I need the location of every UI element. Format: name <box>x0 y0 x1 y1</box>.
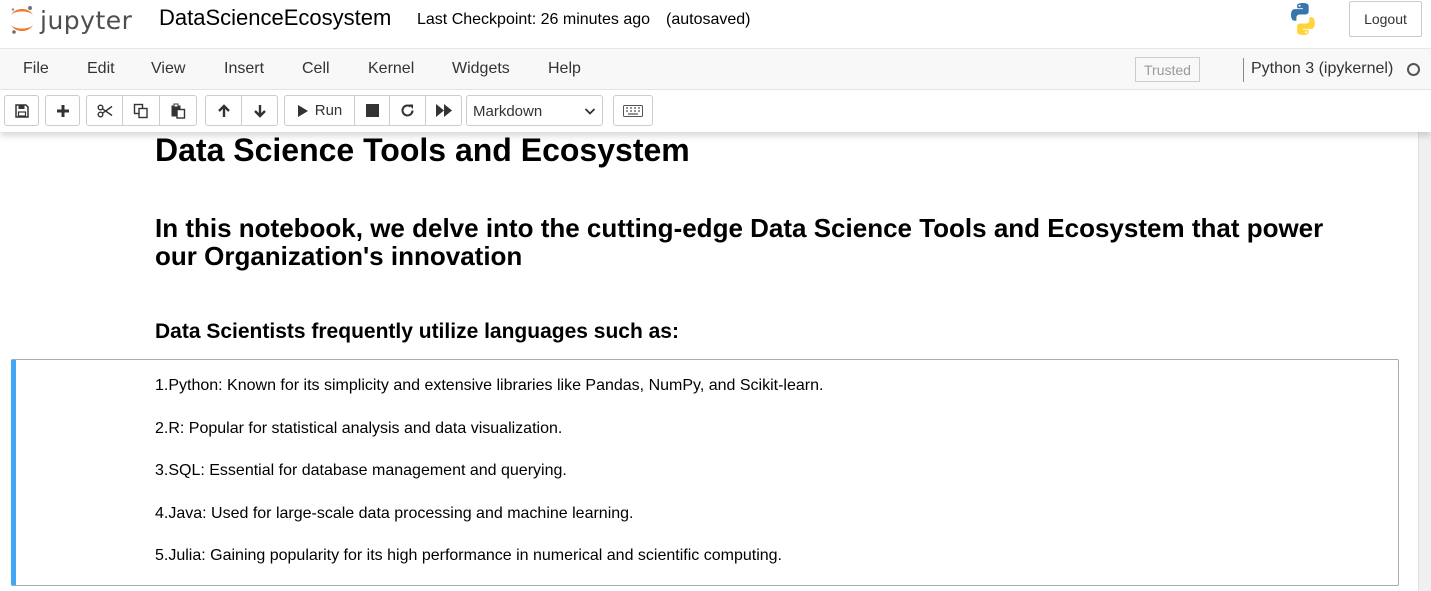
run-label: Run <box>314 102 343 119</box>
vertical-scrollbar[interactable] <box>1418 132 1431 591</box>
logout-button[interactable]: Logout <box>1349 1 1422 37</box>
menu-file[interactable]: File <box>23 60 49 78</box>
paste-icon <box>171 103 186 119</box>
list-item: 1.Python: Known for its simplicity and e… <box>155 377 824 394</box>
menu-help[interactable]: Help <box>548 60 581 78</box>
insert-cell-button[interactable] <box>45 95 80 126</box>
interrupt-button[interactable] <box>354 95 390 126</box>
restart-run-all-button[interactable] <box>425 95 462 126</box>
list-item: 4.Java: Used for large-scale data proces… <box>155 505 634 522</box>
keyboard-icon <box>623 104 643 117</box>
kernel-divider <box>1243 58 1244 82</box>
menu-cell[interactable]: Cell <box>302 60 330 78</box>
list-item: 3.SQL: Essential for database management… <box>155 462 567 479</box>
notebook-name[interactable]: DataScienceEcosystem <box>159 5 391 31</box>
kernel-idle-icon <box>1407 63 1420 76</box>
scissors-icon <box>97 104 112 117</box>
menu-edit[interactable]: Edit <box>87 60 115 78</box>
restart-button[interactable] <box>389 95 426 126</box>
fast-forward-icon <box>435 104 452 117</box>
cell-type-select[interactable]: Markdown <box>466 95 603 126</box>
jupyter-logo[interactable]: jupyter <box>8 4 132 36</box>
notebook-title-heading: Data Science Tools and Ecosystem <box>155 132 690 168</box>
selected-markdown-cell[interactable]: 1.Python: Known for its simplicity and e… <box>11 359 1399 586</box>
languages-heading: Data Scientists frequently utilize langu… <box>155 320 679 343</box>
paste-button[interactable] <box>159 95 197 126</box>
toolbar: Run Markdown <box>0 90 1431 132</box>
kernel-name[interactable]: Python 3 (ipykernel) <box>1251 60 1393 78</box>
command-palette-button[interactable] <box>613 95 653 126</box>
autosave-status: (autosaved) <box>666 11 751 28</box>
python-logo-icon <box>1285 1 1321 37</box>
move-down-button[interactable] <box>241 95 278 126</box>
arrow-down-icon <box>253 104 266 118</box>
intro-heading: In this notebook, we delve into the cutt… <box>155 213 1324 271</box>
checkpoint-status: Last Checkpoint: 26 minutes ago <box>417 11 651 28</box>
plus-icon <box>56 104 69 117</box>
list-item: 2.R: Popular for statistical analysis an… <box>155 420 563 437</box>
copy-button[interactable] <box>122 95 160 126</box>
menu-insert[interactable]: Insert <box>224 60 264 78</box>
save-button[interactable] <box>4 95 39 126</box>
arrow-up-icon <box>217 103 230 117</box>
play-icon <box>297 104 308 117</box>
menu-kernel[interactable]: Kernel <box>368 60 414 78</box>
run-button[interactable]: Run <box>284 95 355 126</box>
stop-icon <box>365 104 379 117</box>
menubar: File Edit View Insert Cell Kernel Widget… <box>0 48 1431 90</box>
logo-text: jupyter <box>40 5 133 35</box>
list-item: 5.Julia: Gaining popularity for its high… <box>155 547 782 564</box>
cut-button[interactable] <box>86 95 123 126</box>
notebook-area: Data Science Tools and Ecosystem In this… <box>0 132 1431 591</box>
copy-icon <box>133 103 148 118</box>
save-icon <box>14 103 29 118</box>
jupyter-logo-icon <box>11 6 33 34</box>
cell-type-value: Markdown <box>473 103 543 120</box>
move-up-button[interactable] <box>205 95 242 126</box>
menu-widgets[interactable]: Widgets <box>452 60 510 78</box>
menu-view[interactable]: View <box>151 60 185 78</box>
chevron-down-icon <box>584 108 596 115</box>
trusted-indicator[interactable]: Trusted <box>1135 57 1200 82</box>
header: jupyter DataScienceEcosystem Last Checkp… <box>0 0 1431 48</box>
restart-icon <box>401 104 414 117</box>
